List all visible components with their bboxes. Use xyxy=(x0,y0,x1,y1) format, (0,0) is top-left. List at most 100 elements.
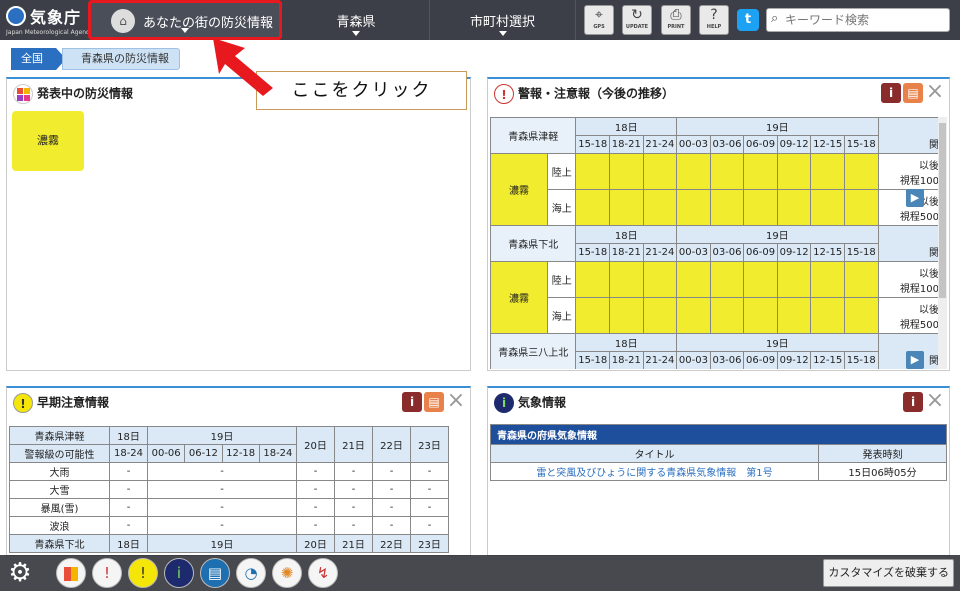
gps-button[interactable]: ⌖ GPS xyxy=(584,5,614,35)
close-icon[interactable]: × xyxy=(446,390,466,412)
area-name: 青森県下北 xyxy=(490,225,577,262)
print-label: PRINT xyxy=(667,24,685,30)
help-button[interactable]: ? HELP xyxy=(699,5,729,35)
panel-title-text: 早期注意情報 xyxy=(37,395,110,410)
fog-advisory-tile[interactable]: 濃霧 xyxy=(12,111,84,171)
book-icon[interactable]: ▤ xyxy=(903,83,923,103)
warning-icon[interactable]: ! xyxy=(92,558,122,588)
panel-title-text: 発表中の防災情報 xyxy=(37,86,134,101)
time-slot: 09-12 xyxy=(776,135,812,154)
earthquake-icon[interactable]: ↯ xyxy=(308,558,338,588)
close-icon[interactable]: × xyxy=(925,81,945,103)
value-cell: - xyxy=(109,498,148,517)
table-caption: 青森県の府県気象情報 xyxy=(490,424,947,445)
print-button[interactable]: ⎙ PRINT xyxy=(661,5,691,35)
red-pointer-arrow-icon xyxy=(213,38,273,96)
scrollbar-thumb[interactable] xyxy=(939,123,946,298)
hazard-label: 暴風(雪) xyxy=(9,498,110,517)
time-slot: 03-06 xyxy=(709,351,745,369)
weather-info-icon[interactable]: i xyxy=(164,558,194,588)
value-cell: - xyxy=(372,516,411,535)
time-slot: 06-09 xyxy=(743,243,778,262)
day-header: 18日 xyxy=(109,426,148,445)
nav-city-select-dropdown[interactable]: 市町村選択 xyxy=(430,0,576,40)
sub-area-cell: 海上 xyxy=(546,189,577,226)
day-header: 18日 xyxy=(575,117,678,136)
time-slot: 21-24 xyxy=(642,351,678,369)
day-header: 23日 xyxy=(410,534,449,553)
panel-title: ! 警報・注意報（今後の推移） xyxy=(494,84,674,104)
scroll-right-arrow-icon[interactable]: ▶ xyxy=(906,189,924,207)
caution-icon: ! xyxy=(13,393,33,413)
radar-icon[interactable]: ◔ xyxy=(236,558,266,588)
panel-controls: i ▤ × xyxy=(879,81,945,105)
jma-logo[interactable]: 気象庁 Japan Meteorological Agency xyxy=(4,4,93,38)
weather-info-link[interactable]: 雷と突風及びひょうに関する青森県気象情報 第1号 xyxy=(490,462,819,481)
observation-icon[interactable]: ▤ xyxy=(200,558,230,588)
info-icon[interactable]: i xyxy=(402,392,422,412)
value-cell: - xyxy=(296,498,335,517)
twitter-icon[interactable]: t xyxy=(737,9,759,31)
issue-time: 15日06時05分 xyxy=(818,462,947,481)
discard-customization-button[interactable]: カスタマイズを破棄する xyxy=(823,559,954,587)
remarks-sub: 関連す xyxy=(929,139,938,151)
day-header: 19日 xyxy=(676,333,879,352)
remarks-header: 備考関連す xyxy=(877,225,938,262)
panel-title-text: 気象情報 xyxy=(518,395,567,410)
day-header: 19日 xyxy=(147,534,297,553)
chevron-down-icon xyxy=(181,28,189,33)
value-cell: - xyxy=(109,516,148,535)
panel-title-text: 警報・注意報（今後の推移） xyxy=(518,86,675,101)
phenomenon-cell: 濃霧 xyxy=(490,153,548,226)
value-cell: - xyxy=(410,480,449,499)
value-cell: - xyxy=(109,480,148,499)
update-button[interactable]: ↻ UPDATE xyxy=(622,5,652,35)
panel-weather-info: i 気象情報 i × 青森県の府県気象情報 タイトル 発表時刻 雷と突風及びひょうに… xyxy=(487,386,950,556)
area-name: 青森県津軽 xyxy=(9,426,110,445)
target-icon: ⌖ xyxy=(595,7,603,23)
value-cell: - xyxy=(334,480,373,499)
typhoon-icon[interactable]: ✺ xyxy=(272,558,302,588)
panel-title: 発表中の防災情報 xyxy=(13,84,133,104)
time-slot: 03-06 xyxy=(709,135,745,154)
day-header: 22日 xyxy=(372,426,411,463)
help-icon: ? xyxy=(710,7,718,23)
phenomenon-cell: 濃霧 xyxy=(490,261,548,334)
column-header-time: 発表時刻 xyxy=(818,444,947,463)
printer-icon: ⎙ xyxy=(670,7,682,23)
value-cell: - xyxy=(410,462,449,481)
time-slot: 00-03 xyxy=(676,135,711,154)
nav-prefecture-dropdown[interactable]: 青森県 xyxy=(283,0,430,40)
time-slot: 03-06 xyxy=(709,243,745,262)
gps-label: GPS xyxy=(593,24,605,30)
warning-timeline-table-wrap: 青森県津軽 18日 19日 備考関連す 15-18 18-21 21-24 00… xyxy=(490,117,938,369)
breadcrumb-nationwide-link[interactable]: 全国 xyxy=(8,48,66,70)
panel-controls: i × xyxy=(901,390,945,414)
time-slot: 12-15 xyxy=(810,351,845,369)
time-slot: 15-18 xyxy=(843,243,879,262)
sub-area-cell: 海上 xyxy=(546,297,577,334)
dashboard-icon[interactable] xyxy=(56,558,86,588)
gear-icon[interactable]: ⚙ xyxy=(4,558,36,588)
day-header: 23日 xyxy=(410,426,449,463)
search-box[interactable]: ⌕ xyxy=(766,8,950,32)
vertical-scrollbar[interactable] xyxy=(938,117,947,369)
time-slot: 15-18 xyxy=(575,243,611,262)
info-icon[interactable]: i xyxy=(903,392,923,412)
info-icon[interactable]: i xyxy=(881,83,901,103)
nav-pref-label: 青森県 xyxy=(336,15,376,30)
panel-disaster-info: 発表中の防災情報 濃霧 xyxy=(6,77,471,371)
sub-area-cell: 陸上 xyxy=(546,261,577,298)
caution-icon[interactable]: ! xyxy=(128,558,158,588)
time-slot: 18-21 xyxy=(609,351,644,369)
hazard-label: 波浪 xyxy=(9,516,110,535)
time-slot: 15-18 xyxy=(843,135,879,154)
value-cell: - xyxy=(410,498,449,517)
search-input[interactable] xyxy=(785,11,945,29)
scroll-right-arrow-icon[interactable]: ▶ xyxy=(906,351,924,369)
bottom-dock: ⚙ ! ! i ▤ ◔ ✺ ↯ カスタマイズを破棄する xyxy=(0,555,960,591)
remark-cell: 以後も注視程100メー xyxy=(877,153,938,190)
close-icon[interactable]: × xyxy=(925,390,945,412)
remark-text: 視程500メー xyxy=(899,319,938,331)
book-icon[interactable]: ▤ xyxy=(424,392,444,412)
